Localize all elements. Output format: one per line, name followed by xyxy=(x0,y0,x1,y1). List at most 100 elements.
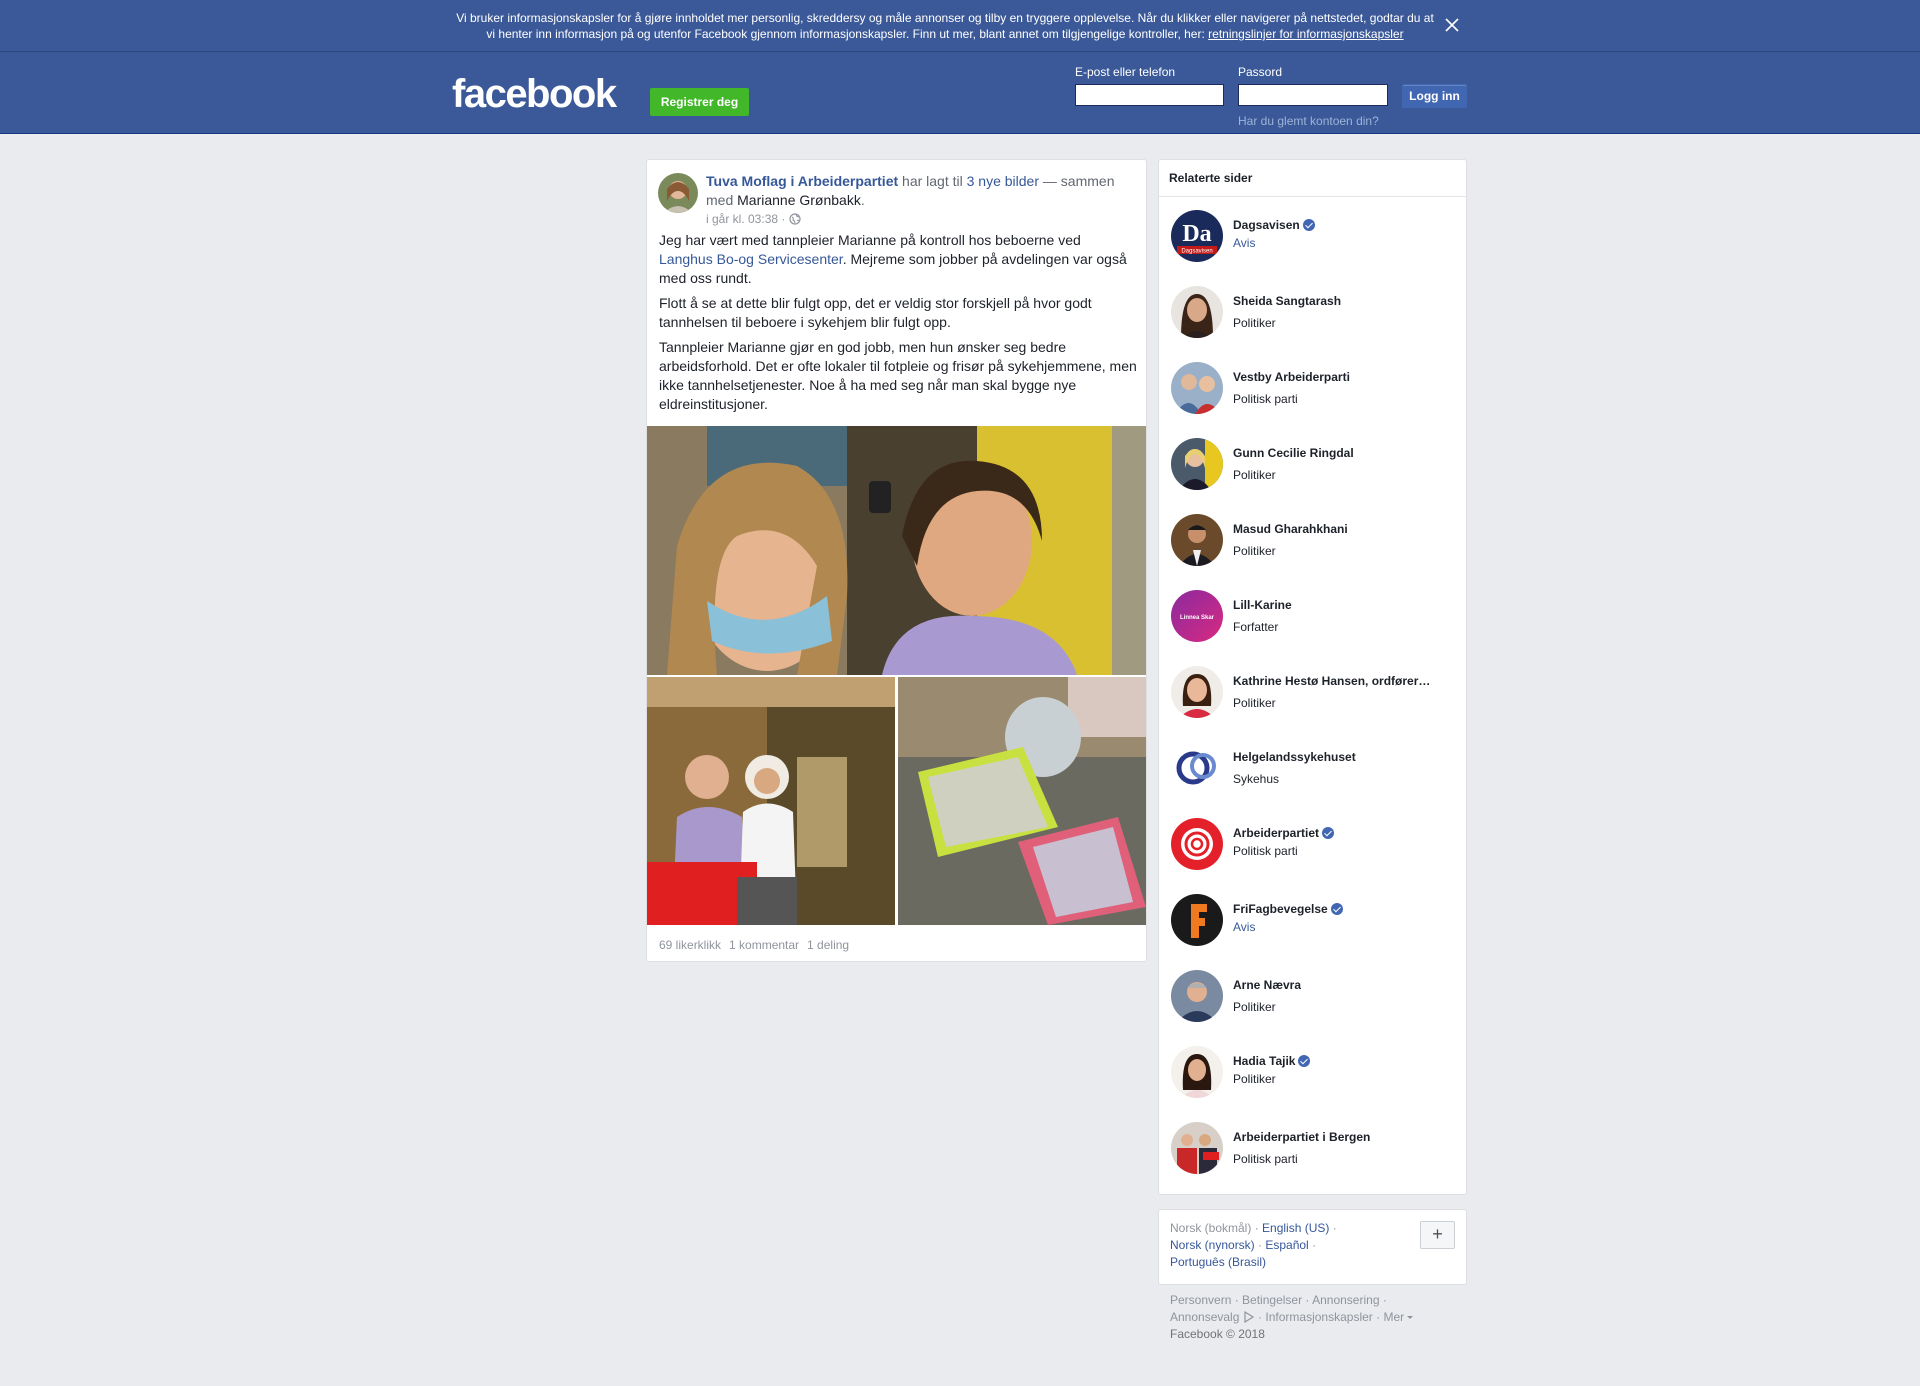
post-timestamp[interactable]: i går kl. 03:38 · xyxy=(706,212,801,226)
related-item-kathrine[interactable]: Kathrine Hestø Hansen, ordfører… Politik… xyxy=(1171,666,1461,720)
related-item-dagsavisen[interactable]: Da Dagsavisen Dagsavisen Avis xyxy=(1171,210,1461,264)
post-photo-3[interactable] xyxy=(898,677,1146,925)
language-option[interactable]: Norsk (nynorsk) xyxy=(1170,1238,1255,1252)
related-category: Politiker xyxy=(1233,316,1276,330)
cookie-policy-link[interactable]: retningslinjer for informasjonskapsler xyxy=(1208,27,1403,41)
related-divider xyxy=(1159,196,1466,197)
related-category[interactable]: Avis xyxy=(1233,236,1255,250)
post-paragraph-3: Tannpleier Marianne gjør en god jobb, me… xyxy=(659,339,1137,412)
footer-link-cookies[interactable]: Informasjonskapsler xyxy=(1265,1310,1372,1324)
globe-icon xyxy=(789,213,801,225)
related-item-hadia[interactable]: Hadia Tajik Politiker xyxy=(1171,1046,1461,1100)
author-link[interactable]: Tuva Moflag i Arbeiderpartiet xyxy=(706,173,898,189)
post-card: Tuva Moflag i Arbeiderpartiet har lagt t… xyxy=(646,159,1147,962)
related-name: Masud Gharahkhani xyxy=(1233,522,1348,536)
related-avatar xyxy=(1171,894,1223,946)
footer-link-privacy[interactable]: Personvern xyxy=(1170,1293,1231,1307)
close-icon[interactable] xyxy=(1441,14,1463,36)
related-name-text: Hadia Tajik xyxy=(1233,1054,1296,1068)
current-language: Norsk (bokmål) xyxy=(1170,1221,1252,1235)
related-pages-title: Relaterte sider xyxy=(1169,171,1253,185)
related-category: Politisk parti xyxy=(1233,392,1298,406)
related-name: Dagsavisen xyxy=(1233,218,1315,232)
language-list: Norsk (bokmål) · English (US) · Norsk (n… xyxy=(1170,1221,1337,1269)
footer: Personvern · Betingelser · Annonsering ·… xyxy=(1170,1292,1460,1343)
related-category: Sykehus xyxy=(1233,772,1280,786)
photos-link[interactable]: 3 nye bilder xyxy=(967,173,1039,189)
related-item-frifagbevegelse[interactable]: FriFagbevegelse Avis xyxy=(1171,894,1461,948)
related-avatar xyxy=(1171,362,1223,414)
lill-karine-logo-text: Linnea Skar xyxy=(1180,615,1215,621)
verified-icon xyxy=(1298,1055,1311,1067)
related-item-lill-karine[interactable]: Linnea Skar Lill-Karine Forfatter xyxy=(1171,590,1461,644)
related-category: Politiker xyxy=(1233,1072,1276,1086)
related-name-text: Arbeiderpartiet xyxy=(1233,826,1320,840)
facebook-logo[interactable]: facebook xyxy=(452,74,617,114)
verified-icon xyxy=(1322,827,1335,839)
dagsavisen-logo-text: Da xyxy=(1182,221,1211,247)
related-item-masud[interactable]: Masud Gharahkhani Politiker xyxy=(1171,514,1461,568)
post-photo-2[interactable] xyxy=(647,677,895,925)
forgot-account-link[interactable]: Har du glemt kontoen din? xyxy=(1238,114,1379,128)
related-name: Arne Nævra xyxy=(1233,978,1302,992)
related-avatar: Da Dagsavisen xyxy=(1171,210,1223,262)
language-option[interactable]: Português (Brasil) xyxy=(1170,1255,1266,1269)
top-bar: facebook Registrer deg E-post eller tele… xyxy=(0,52,1920,134)
shares-count[interactable]: 1 deling xyxy=(807,938,849,952)
related-item-arbeiderpartiet[interactable]: Arbeiderpartiet Politisk parti xyxy=(1171,818,1461,872)
post-stats: 69 likerklikk 1 kommentar 1 deling xyxy=(659,938,857,952)
related-avatar: Linnea Skar xyxy=(1171,590,1223,642)
language-selector: Norsk (bokmål) · English (US) · Norsk (n… xyxy=(1158,1209,1467,1285)
post-head-end: . xyxy=(860,192,865,208)
author-avatar[interactable] xyxy=(658,173,698,213)
cookie-banner: Vi bruker informasjonskapsler for å gjør… xyxy=(0,0,1920,52)
location-link[interactable]: Langhus Bo-og Servicesenter xyxy=(659,251,843,267)
related-name: Arbeiderpartiet xyxy=(1233,826,1335,840)
post-body: Jeg har vært med tannpleier Marianne på … xyxy=(659,231,1137,420)
add-language-button[interactable]: + xyxy=(1420,1221,1455,1249)
password-input[interactable] xyxy=(1238,84,1388,106)
language-option[interactable]: Español xyxy=(1265,1238,1308,1252)
related-name: FriFagbevegelse xyxy=(1233,902,1343,916)
related-category: Politiker xyxy=(1233,544,1276,558)
footer-link-terms[interactable]: Betingelser xyxy=(1242,1293,1302,1307)
verified-icon xyxy=(1330,903,1343,915)
p1-text-a: Jeg har vært med tannpleier Marianne på … xyxy=(659,232,1081,248)
email-input[interactable] xyxy=(1075,84,1224,106)
related-item-vestby[interactable]: Vestby Arbeiderparti Politisk parti xyxy=(1171,362,1461,416)
related-category: Politisk parti xyxy=(1233,1152,1298,1166)
post-header: Tuva Moflag i Arbeiderpartiet har lagt t… xyxy=(706,172,1126,210)
tagged-person[interactable]: Marianne Grønbakk xyxy=(737,192,861,208)
related-name: Lill-Karine xyxy=(1233,598,1292,612)
related-name-text: Dagsavisen xyxy=(1233,218,1300,232)
language-option[interactable]: English (US) xyxy=(1262,1221,1329,1235)
post-photo-1[interactable] xyxy=(647,426,1146,675)
related-item-sheida[interactable]: Sheida Sangtarash Politiker xyxy=(1171,286,1461,340)
login-button[interactable]: Logg inn xyxy=(1402,84,1467,108)
related-item-gunn[interactable]: Gunn Cecilie Ringdal Politiker xyxy=(1171,438,1461,492)
related-avatar xyxy=(1171,970,1223,1022)
related-name: Gunn Cecilie Ringdal xyxy=(1233,446,1354,460)
footer-link-more[interactable]: Mer xyxy=(1383,1310,1404,1324)
related-category: Politiker xyxy=(1233,468,1276,482)
related-name: Sheida Sangtarash xyxy=(1233,294,1342,308)
timestamp-text: i går kl. 03:38 · xyxy=(706,212,786,226)
register-button[interactable]: Registrer deg xyxy=(650,88,749,116)
footer-link-adchoices[interactable]: Annonsevalg xyxy=(1170,1310,1239,1324)
related-avatar xyxy=(1171,438,1223,490)
related-name: Arbeiderpartiet i Bergen xyxy=(1233,1130,1371,1144)
related-category[interactable]: Avis xyxy=(1233,920,1255,934)
related-name: Kathrine Hestø Hansen, ordfører… xyxy=(1233,674,1431,688)
dagsavisen-logo-sub: Dagsavisen xyxy=(1181,249,1212,255)
caret-down-icon xyxy=(1407,1316,1414,1319)
likes-count[interactable]: 69 likerklikk xyxy=(659,938,721,952)
related-item-helgeland[interactable]: Helgelandssykehuset Sykehus xyxy=(1171,742,1461,796)
related-item-ap-bergen[interactable]: Arbeiderpartiet i Bergen Politisk parti xyxy=(1171,1122,1461,1176)
related-item-arne[interactable]: Arne Nævra Politiker xyxy=(1171,970,1461,1024)
related-avatar xyxy=(1171,818,1223,870)
comments-count[interactable]: 1 kommentar xyxy=(729,938,799,952)
footer-link-ads[interactable]: Annonsering xyxy=(1312,1293,1379,1307)
post-paragraph-1: Jeg har vært med tannpleier Marianne på … xyxy=(659,231,1137,288)
related-name: Hadia Tajik xyxy=(1233,1054,1311,1068)
related-name: Helgelandssykehuset xyxy=(1233,750,1356,764)
